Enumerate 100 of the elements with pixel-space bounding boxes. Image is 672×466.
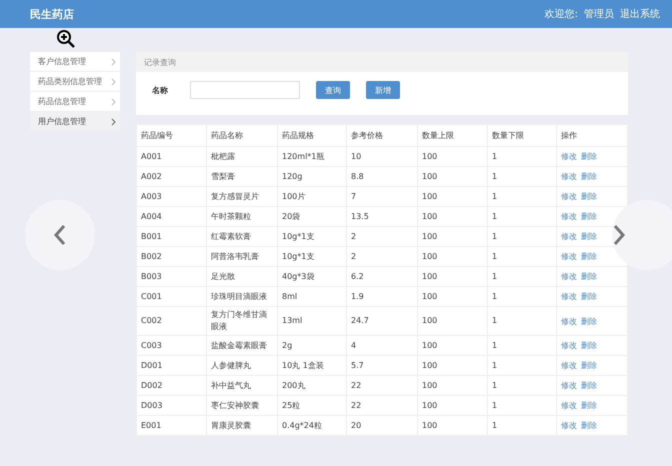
zoom-cursor-icon: [56, 29, 76, 49]
delete-link[interactable]: 删除: [581, 272, 597, 281]
delete-link[interactable]: 删除: [581, 212, 597, 221]
edit-link[interactable]: 修改: [561, 381, 577, 390]
table-cell: 1.9: [346, 286, 418, 306]
delete-link[interactable]: 删除: [581, 361, 597, 370]
sidebar-item[interactable]: 用户信息管理: [30, 112, 120, 132]
edit-link[interactable]: 修改: [561, 361, 577, 370]
edit-link[interactable]: 修改: [561, 316, 577, 326]
chevron-icon: [111, 98, 116, 106]
table-cell: 2: [346, 226, 418, 246]
delete-link[interactable]: 删除: [581, 172, 597, 181]
chevron-icon: [111, 58, 116, 66]
edit-link[interactable]: 修改: [561, 152, 577, 161]
delete-link[interactable]: 删除: [581, 381, 597, 390]
table-cell: 胃康灵胶囊: [206, 416, 278, 436]
field-label: 名称: [152, 84, 168, 96]
table-cell: 1: [488, 306, 556, 336]
edit-link[interactable]: 修改: [561, 272, 577, 281]
table-cell: 2: [346, 246, 418, 266]
table-cell: 22: [346, 376, 418, 396]
table-cell: 100片: [278, 186, 346, 206]
chevron-left-icon: [53, 224, 67, 246]
table-cell: 枇杷露: [206, 146, 278, 166]
table-cell: 100: [418, 356, 488, 376]
edit-link[interactable]: 修改: [561, 192, 577, 201]
table-cell: 10g*1支: [278, 226, 346, 246]
table-cell: 120ml*1瓶: [278, 146, 346, 166]
table-cell: 8.8: [346, 166, 418, 186]
edit-link[interactable]: 修改: [561, 341, 577, 350]
table-cell: 午时茶颗粒: [206, 206, 278, 226]
logout-link[interactable]: 退出系统: [620, 7, 660, 21]
table-cell: 25粒: [278, 396, 346, 416]
table-cell: 0.4g*24粒: [278, 416, 346, 436]
edit-link[interactable]: 修改: [561, 252, 577, 261]
table-cell: 1: [488, 286, 556, 306]
table-cell: 100: [418, 416, 488, 436]
table-cell: C001: [136, 286, 206, 306]
table-cell: 1: [488, 396, 556, 416]
panel-title: 记录查询: [144, 56, 176, 68]
table-cell: 13ml: [278, 306, 346, 336]
table-cell: 1: [488, 166, 556, 186]
table-cell: D001: [136, 356, 206, 376]
table-cell: 足光散: [206, 266, 278, 286]
table-cell: 100: [418, 206, 488, 226]
table-cell: 120g: [278, 166, 346, 186]
table-cell: 100: [418, 226, 488, 246]
table-cell: 枣仁安神胶囊: [206, 396, 278, 416]
table-cell: 5.7: [346, 356, 418, 376]
edit-link[interactable]: 修改: [561, 232, 577, 241]
table-cell: D003: [136, 396, 206, 416]
edit-link[interactable]: 修改: [561, 172, 577, 181]
edit-link[interactable]: 修改: [561, 421, 577, 430]
edit-link[interactable]: 修改: [561, 212, 577, 221]
table-cell: 7: [346, 186, 418, 206]
table-cell: 100: [418, 246, 488, 266]
delete-link[interactable]: 删除: [581, 341, 597, 350]
table-cell: 13.5: [346, 206, 418, 226]
table-cell: A001: [136, 146, 206, 166]
table-cell: 100: [418, 336, 488, 356]
table-cell: D002: [136, 376, 206, 396]
delete-link[interactable]: 删除: [581, 292, 597, 301]
table-cell: 10: [346, 146, 418, 166]
table-cell: B003: [136, 266, 206, 286]
delete-link[interactable]: 删除: [581, 316, 597, 326]
table-cell: 100: [418, 286, 488, 306]
table-cell: 1: [488, 186, 556, 206]
table-cell: 20: [346, 416, 418, 436]
column-header: 操作: [556, 124, 628, 146]
edit-link[interactable]: 修改: [561, 292, 577, 301]
table-cell: B001: [136, 226, 206, 246]
column-header: 药品编号: [136, 124, 206, 146]
table-cell: C002: [136, 306, 206, 336]
delete-link[interactable]: 删除: [581, 152, 597, 161]
column-header: 药品名称: [206, 124, 278, 146]
delete-link[interactable]: 删除: [581, 401, 597, 410]
table-cell: 22: [346, 396, 418, 416]
delete-link[interactable]: 删除: [581, 192, 597, 201]
table-cell: 1: [488, 336, 556, 356]
delete-link[interactable]: 删除: [581, 232, 597, 241]
table-cell: 100: [418, 396, 488, 416]
table-cell: 阿昔洛韦乳膏: [206, 246, 278, 266]
table-cell: A002: [136, 166, 206, 186]
table-cell: C003: [136, 336, 206, 356]
column-header: 数量下限: [488, 124, 556, 146]
edit-link[interactable]: 修改: [561, 401, 577, 410]
table-cell: 4: [346, 336, 418, 356]
table-cell: 100: [418, 376, 488, 396]
table-cell: 2g: [278, 336, 346, 356]
table-cell: 8ml: [278, 286, 346, 306]
table-cell: 100: [418, 146, 488, 166]
table-cell: 200丸: [278, 376, 346, 396]
name-input-field[interactable]: [190, 81, 300, 99]
search-button[interactable]: 查询: [316, 81, 350, 99]
table-cell: 100: [418, 306, 488, 336]
table-cell: A004: [136, 206, 206, 226]
add-button[interactable]: 新增: [366, 81, 400, 99]
delete-link[interactable]: 删除: [581, 252, 597, 261]
delete-link[interactable]: 删除: [581, 421, 597, 430]
column-header: 药品规格: [278, 124, 346, 146]
